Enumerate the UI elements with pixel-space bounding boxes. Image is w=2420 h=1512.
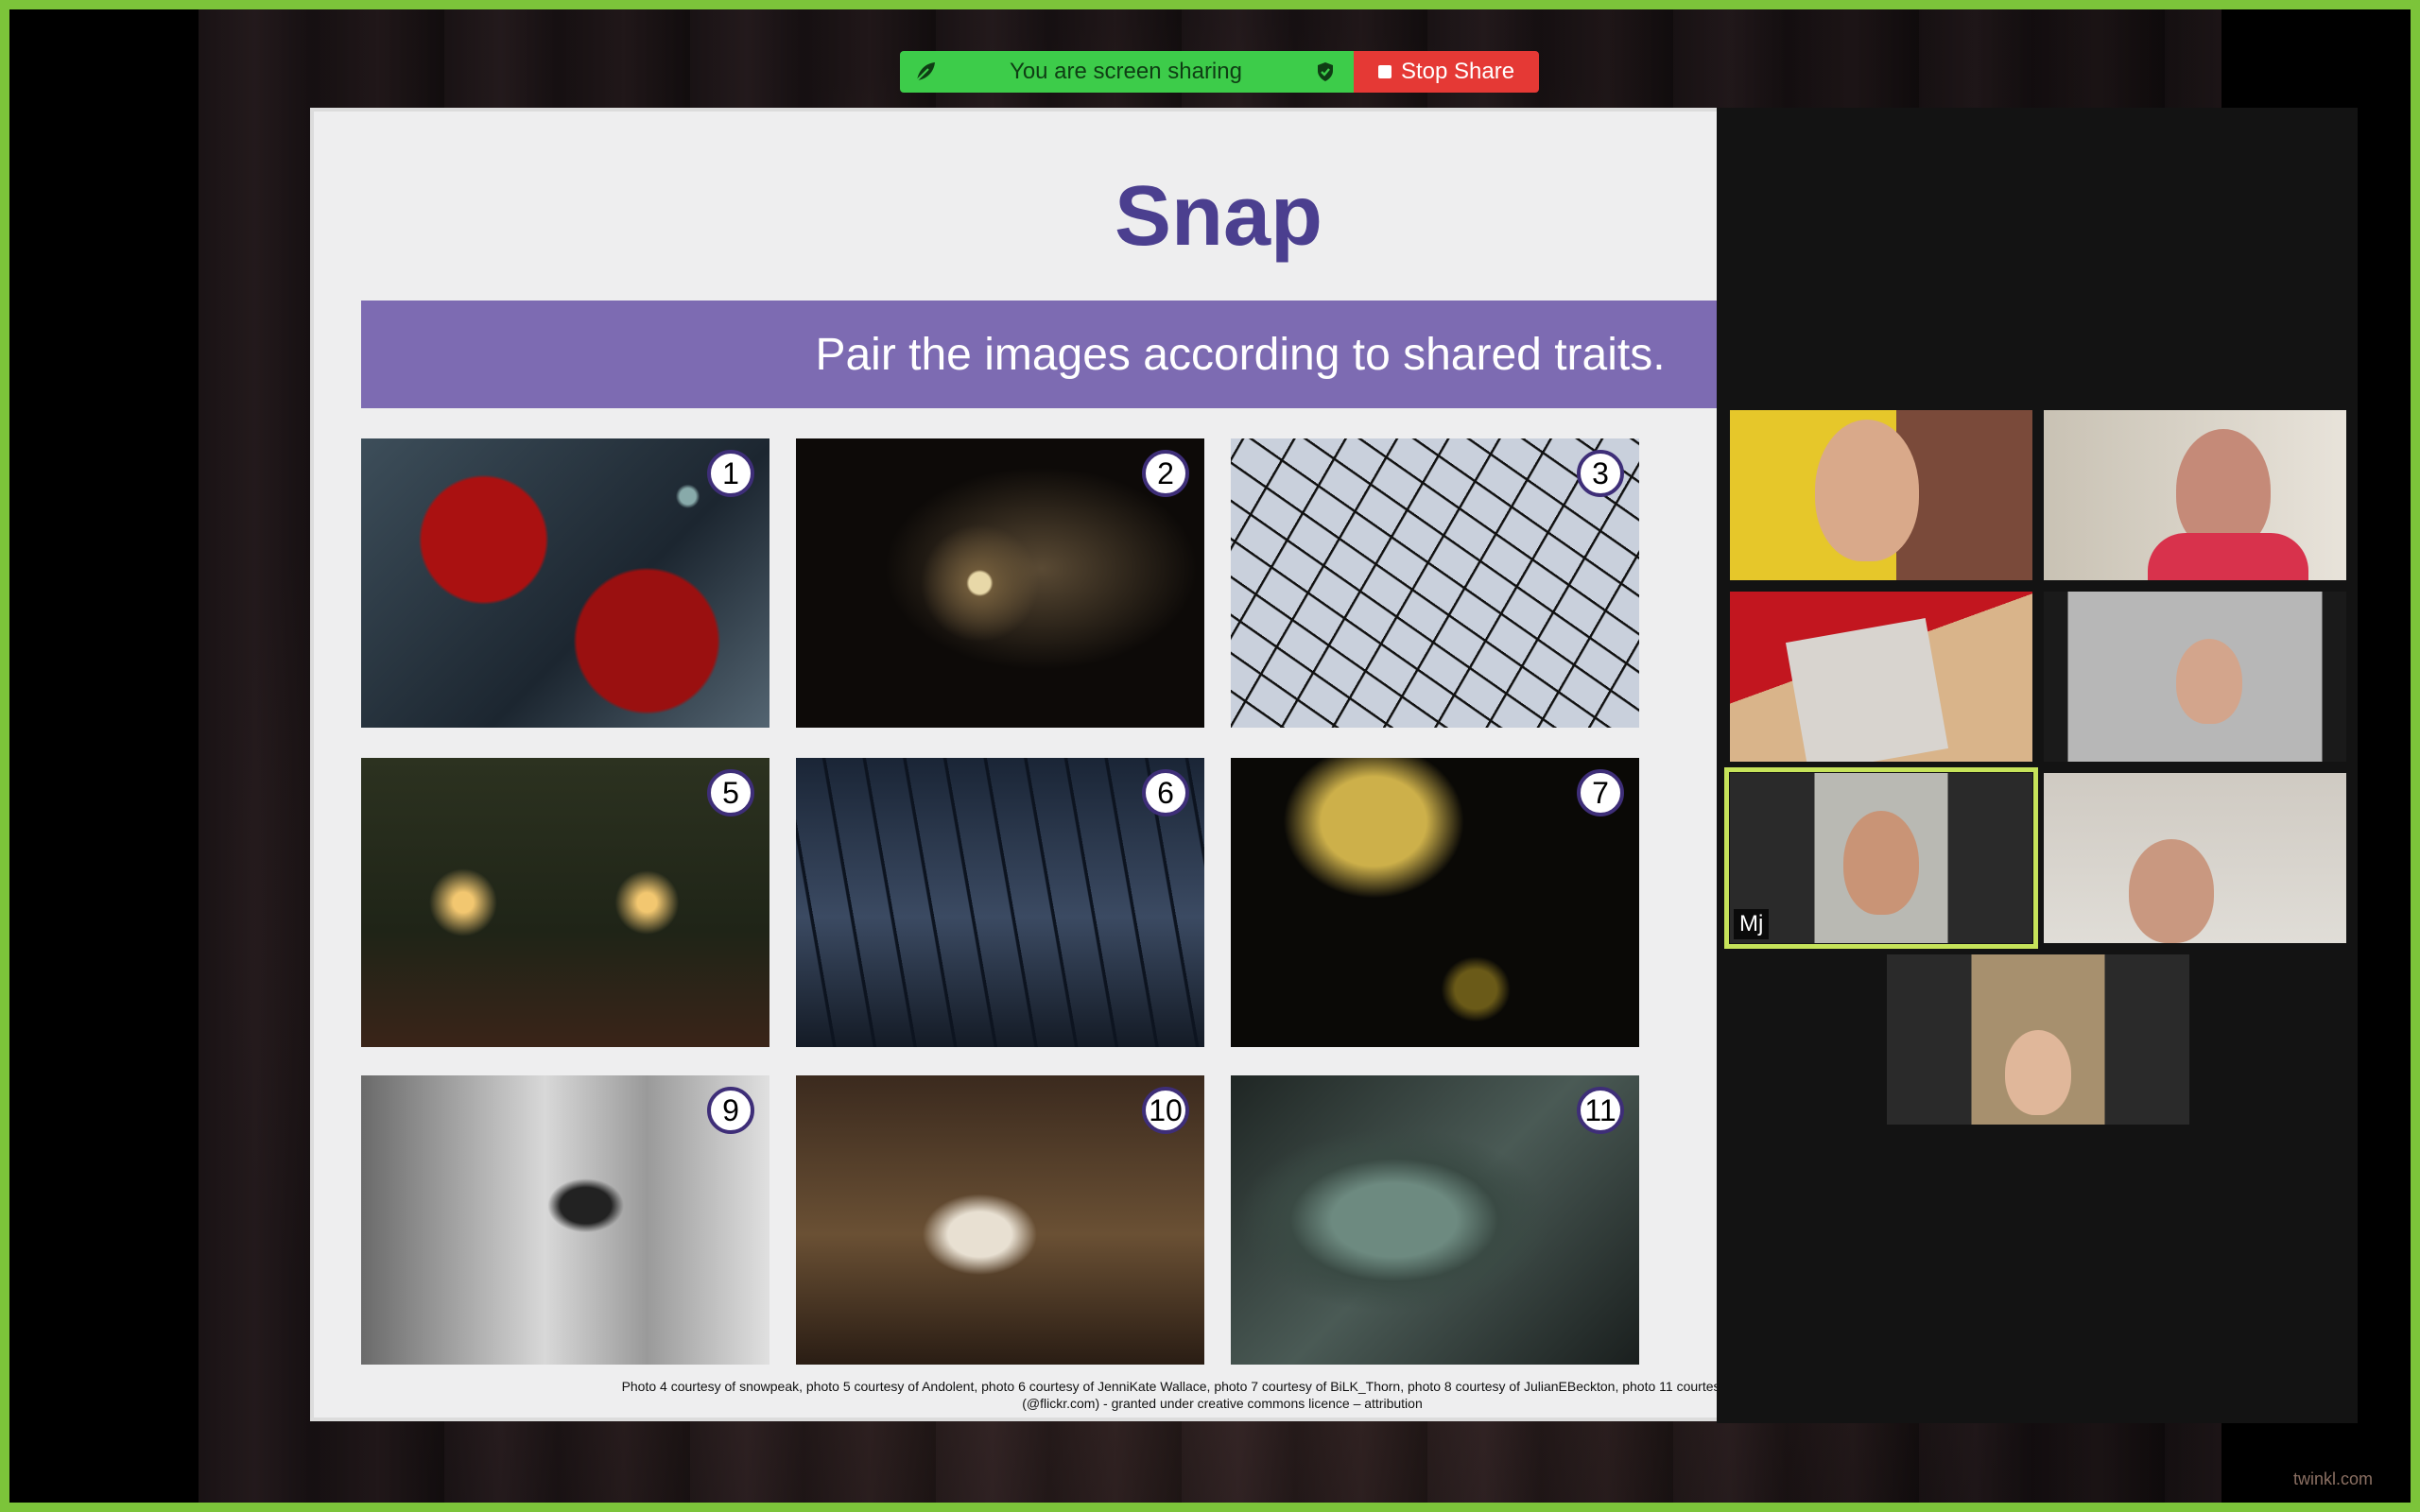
participant-face	[1815, 420, 1919, 561]
photo-number-badge: 1	[707, 450, 754, 497]
participant-shirt	[2148, 533, 2308, 580]
photo-number-badge: 10	[1142, 1087, 1189, 1134]
stop-icon	[1377, 65, 1392, 78]
video-tile-participant-2[interactable]	[2044, 410, 2346, 580]
participant-name: Mj	[1734, 909, 1770, 939]
twinkl-watermark: twinkl.com	[2292, 1469, 2373, 1488]
video-tile-participant-6[interactable]	[2044, 773, 2346, 943]
stop-share-label: Stop Share	[1400, 59, 1515, 84]
participant-face	[2005, 1030, 2071, 1115]
photo-number-badge: 2	[1142, 450, 1189, 497]
book-held-up	[1785, 618, 1949, 762]
leaf-icon	[916, 62, 935, 81]
participant-video-panel: Mj	[1717, 108, 2358, 1423]
share-status-text: You are screen sharing	[1010, 59, 1242, 84]
photo-skeleton-couple: 10	[796, 1075, 1204, 1365]
participant-face	[2129, 839, 2214, 943]
screen-share-toolbar: You are screen sharing Stop Share	[900, 51, 1539, 93]
photo-number-badge: 7	[1577, 769, 1624, 816]
share-status-pill[interactable]: You are screen sharing	[900, 51, 1354, 93]
video-tile-participant-7[interactable]	[1887, 954, 2189, 1125]
photo-ghostly-woman: 9	[361, 1075, 769, 1365]
photo-moon-clouds: 2	[796, 438, 1204, 728]
participant-face	[2176, 639, 2242, 724]
shield-check-icon	[1318, 62, 1333, 81]
screen-share-frame: You are screen sharing Stop Share Snap P…	[0, 0, 2420, 1512]
photo-gothic-windows: 7	[1231, 758, 1639, 1047]
photo-number-badge: 5	[707, 769, 754, 816]
photo-dark-room: 5	[361, 758, 769, 1047]
photo-number-badge: 9	[707, 1087, 754, 1134]
photo-number-badge: 3	[1577, 450, 1624, 497]
video-tile-participant-4[interactable]	[2044, 592, 2346, 762]
stop-share-button[interactable]: Stop Share	[1354, 51, 1539, 93]
photo-number-badge: 6	[1142, 769, 1189, 816]
video-tile-participant-3[interactable]	[1730, 592, 2032, 762]
photo-bloody-hands: 1	[361, 438, 769, 728]
participant-face	[1843, 811, 1919, 915]
photo-crow-tree: 3	[1231, 438, 1639, 728]
photo-weeping-statue: 11	[1231, 1075, 1639, 1365]
photo-misty-forest: 6	[796, 758, 1204, 1047]
video-tile-active-speaker[interactable]: Mj	[1724, 767, 2038, 949]
video-tile-participant-1[interactable]	[1730, 410, 2032, 580]
photo-number-badge: 11	[1577, 1087, 1624, 1134]
